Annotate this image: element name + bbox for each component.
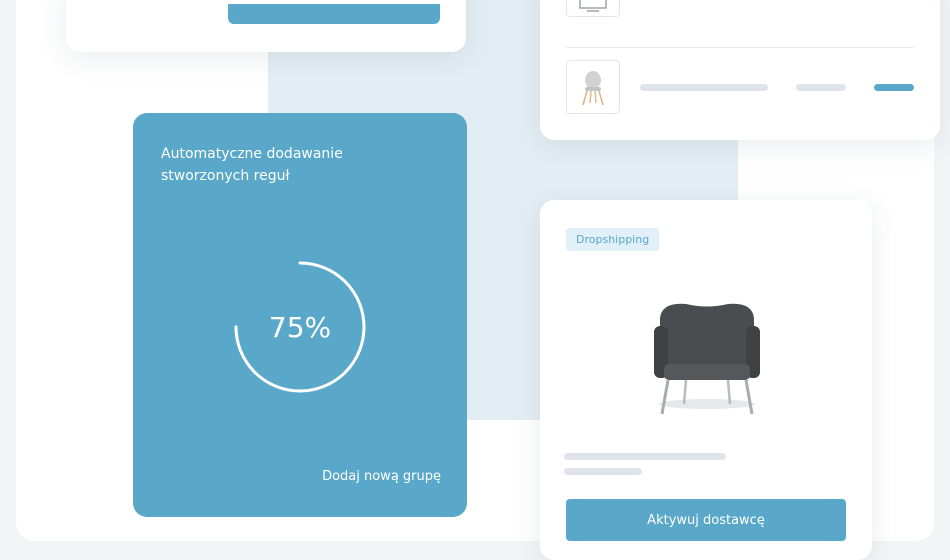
product-thumbnail[interactable] (566, 0, 620, 17)
row-divider (566, 47, 914, 48)
progress-ring: 75% (232, 259, 368, 395)
top-left-card (66, 0, 466, 52)
placeholder-bar (640, 84, 768, 91)
placeholder-bar-accent (874, 84, 914, 91)
placeholder-bar (796, 84, 846, 91)
placeholder-bar (564, 468, 642, 475)
rules-card-title: Automatyczne dodawanie stworzonych reguł (161, 146, 343, 184)
add-group-link[interactable]: Dodaj nową grupę (322, 469, 441, 484)
armchair-icon (642, 300, 772, 428)
progress-value: 75% (268, 310, 332, 344)
chair-icon (582, 71, 604, 106)
main-canvas: Automatyczne dodawanie stworzonych reguł… (16, 0, 940, 560)
activate-supplier-button[interactable]: Aktywuj dostawcę (566, 499, 846, 541)
product-card: Dropshipping Aktywuj dostawcę (540, 200, 872, 560)
placeholder-bar (564, 453, 726, 460)
product-list-card (540, 0, 940, 140)
top-card-button[interactable] (228, 4, 440, 24)
product-thumbnail[interactable] (566, 60, 620, 114)
dropshipping-badge: Dropshipping (566, 228, 660, 251)
monitor-icon (579, 0, 607, 12)
rules-card: Automatyczne dodawanie stworzonych reguł… (133, 113, 467, 517)
